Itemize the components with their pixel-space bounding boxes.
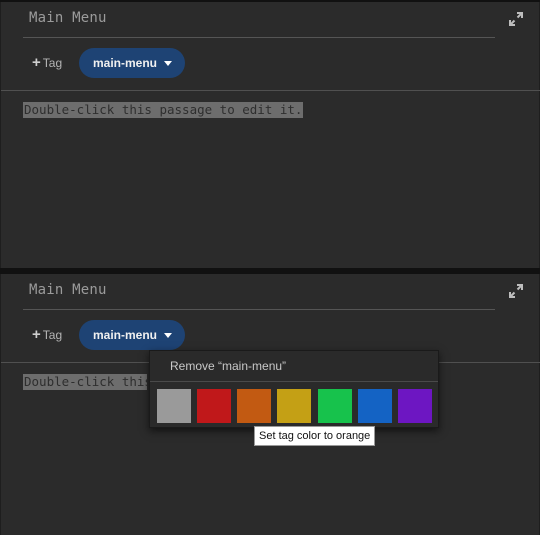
color-swatch-blue[interactable] (358, 389, 392, 423)
section-divider (1, 90, 540, 91)
caret-down-icon (164, 333, 172, 338)
color-swatch-green[interactable] (318, 389, 352, 423)
color-swatch-yellow[interactable] (277, 389, 311, 423)
passage-title[interactable]: Main Menu (29, 10, 107, 26)
title-divider (23, 37, 495, 38)
tag-button-main-menu[interactable]: main-menu (79, 48, 185, 78)
caret-down-icon (164, 61, 172, 66)
passage-title[interactable]: Main Menu (29, 282, 107, 298)
add-tag-label: Tag (42, 56, 63, 70)
tag-button-main-menu[interactable]: main-menu (79, 320, 185, 350)
plus-icon: + (32, 54, 41, 71)
plus-icon: + (32, 326, 41, 343)
color-swatch-gray[interactable] (157, 389, 191, 423)
add-tag-button[interactable]: + Tag (32, 326, 62, 343)
menu-divider (150, 381, 438, 382)
passage-editor-panel: Main Menu + Tag main-menu Double-click th… (0, 274, 540, 535)
tag-label: main-menu (93, 328, 158, 342)
tag-dropdown-menu: Remove “main-menu” (149, 350, 439, 428)
passage-editor-panel: Main Menu + Tag main-menu Double-click th… (0, 2, 540, 268)
add-tag-label: Tag (42, 328, 63, 342)
color-swatch-orange[interactable] (237, 389, 271, 423)
color-swatch-red[interactable] (197, 389, 231, 423)
remove-tag-menu-item[interactable]: Remove “main-menu” (150, 351, 438, 381)
tag-label: main-menu (93, 56, 158, 70)
passage-text[interactable]: Double-click this passage to edit it. (23, 374, 147, 390)
expand-icon[interactable] (509, 12, 523, 26)
passage-text[interactable]: Double-click this passage to edit it. (23, 102, 304, 118)
color-swatch-purple[interactable] (398, 389, 432, 423)
swatch-tooltip: Set tag color to orange (254, 426, 376, 446)
add-tag-button[interactable]: + Tag (32, 54, 62, 71)
expand-icon[interactable] (509, 284, 523, 298)
title-divider (23, 309, 495, 310)
